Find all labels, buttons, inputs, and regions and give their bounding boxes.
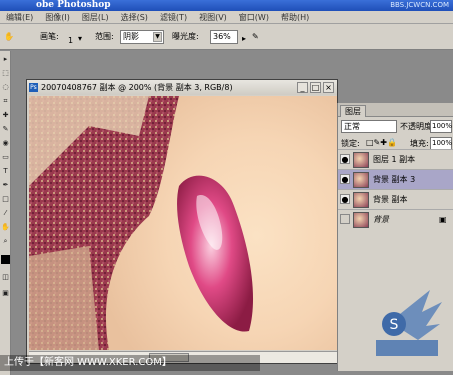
- menu-filter[interactable]: 滤镜(T): [154, 11, 193, 23]
- eye-icon[interactable]: ●: [340, 174, 350, 184]
- photo-lips-closeup: [29, 96, 337, 350]
- eye-hidden-icon[interactable]: ●: [340, 214, 350, 224]
- app-title: obe Photoshop: [36, 0, 111, 10]
- document-titlebar[interactable]: Ps 20070408767 副本 @ 200% (背景 副本 3, RGB/8…: [27, 80, 337, 95]
- shape-tool-icon[interactable]: □: [1, 195, 10, 204]
- upload-banner: 上传于【新客网 WWW.XKER.COM】: [0, 355, 260, 371]
- document-window: Ps 20070408767 副本 @ 200% (背景 副本 3, RGB/8…: [26, 79, 338, 364]
- app-titlebar: obe Photoshop: [0, 0, 453, 11]
- airbrush-icon[interactable]: ✎: [252, 32, 259, 42]
- burn-tool-icon[interactable]: ✋: [4, 32, 14, 42]
- brush-size-value[interactable]: 1: [68, 36, 73, 46]
- menu-bar: 编辑(E) 图像(I) 图层(L) 选择(S) 滤镜(T) 视图(V) 窗口(W…: [0, 11, 453, 24]
- chevron-down-icon[interactable]: ▾: [78, 34, 82, 44]
- fill-label: 填充:: [410, 139, 429, 148]
- opacity-value: 100%: [432, 122, 453, 130]
- zoom-tool-icon[interactable]: ⌕: [1, 237, 10, 246]
- fill-value: 100%: [432, 139, 453, 147]
- upload-banner-text: 上传于【新客网 WWW.XKER.COM】: [4, 357, 172, 368]
- layer-name: 背景 副本: [373, 195, 408, 204]
- exposure-label: 曝光度:: [172, 32, 199, 41]
- minimize-icon[interactable]: _: [297, 82, 308, 93]
- foreground-color-swatch[interactable]: [1, 255, 10, 264]
- exposure-value: 36%: [213, 32, 231, 41]
- menu-window[interactable]: 窗口(W): [233, 11, 275, 23]
- blend-mode-select[interactable]: 正常: [341, 120, 397, 133]
- stamp-tool-icon[interactable]: ◉: [1, 139, 10, 148]
- menu-edit[interactable]: 编辑(E): [0, 11, 39, 23]
- chevron-right-icon[interactable]: ▸: [242, 34, 246, 44]
- crop-tool-icon[interactable]: ⌗: [1, 97, 10, 106]
- document-title: 20070408767 副本 @ 200% (背景 副本 3, RGB/8): [41, 83, 233, 92]
- toolbox: ▸ ⬚ ◌ ⌗ ✚ ✎ ◉ ▭ T ✒ □ ⁄ ✋ ⌕ ◫ ▣: [0, 51, 11, 375]
- layer-name: 背景 副本 3: [373, 175, 416, 184]
- layer-name: 背景: [373, 215, 389, 224]
- brush-label: 画笔:: [40, 32, 59, 41]
- svg-text:S: S: [390, 317, 399, 333]
- photoshop-app: obe Photoshop BBS.JCWCN.COM 编辑(E) 图像(I) …: [0, 0, 453, 375]
- layer-name: 图层 1 副本: [373, 155, 416, 164]
- maximize-icon[interactable]: □: [310, 82, 321, 93]
- blend-mode-value: 正常: [344, 122, 360, 131]
- layer-thumbnail: [353, 152, 369, 168]
- layer-row-selected[interactable]: ● 背景 副本 3: [338, 169, 453, 189]
- range-label: 范围:: [95, 32, 114, 41]
- range-select[interactable]: 阴影 ▼: [120, 30, 164, 44]
- hand-tool-icon[interactable]: ✋: [1, 223, 10, 232]
- layer-thumbnail: [353, 192, 369, 208]
- healing-tool-icon[interactable]: ✚: [1, 111, 10, 120]
- menu-layer[interactable]: 图层(L): [76, 11, 115, 23]
- eye-icon[interactable]: ●: [340, 194, 350, 204]
- lock-options-icon[interactable]: □✎✚🔒: [366, 138, 397, 147]
- move-tool-icon[interactable]: ▸: [1, 55, 10, 64]
- menu-select[interactable]: 选择(S): [115, 11, 154, 23]
- tool-options-bar: ✋ 画笔: 1 ▾ 范围: 阴影 ▼ 曝光度: 36% ▸ ✎: [0, 24, 453, 50]
- screen-mode-icon[interactable]: ▣: [1, 289, 10, 298]
- quick-mask-icon[interactable]: ◫: [1, 273, 10, 282]
- chevron-down-icon: ▼: [153, 32, 162, 42]
- exposure-field[interactable]: 36%: [210, 30, 238, 44]
- menu-help[interactable]: 帮助(H): [275, 11, 315, 23]
- photoshop-doc-icon: Ps: [29, 83, 38, 92]
- menu-view[interactable]: 视图(V): [193, 11, 233, 23]
- layer-thumbnail: [353, 212, 369, 228]
- lasso-tool-icon[interactable]: ◌: [1, 83, 10, 92]
- layer-row[interactable]: ● 背景 ▣: [338, 209, 453, 229]
- eyedropper-tool-icon[interactable]: ⁄: [1, 209, 10, 218]
- lock-label: 锁定:: [341, 139, 360, 148]
- pen-tool-icon[interactable]: ✒: [1, 181, 10, 190]
- watermark-text: BBS.JCWCN.COM: [390, 1, 449, 9]
- opacity-field[interactable]: 100%: [430, 120, 452, 133]
- brush-tool-icon[interactable]: ✎: [1, 125, 10, 134]
- layer-row[interactable]: ● 背景 副本: [338, 189, 453, 209]
- site-logo: S: [376, 290, 442, 356]
- range-select-value: 阴影: [123, 32, 139, 41]
- image-canvas[interactable]: [29, 96, 337, 350]
- tab-layers[interactable]: 图层: [340, 105, 366, 117]
- type-tool-icon[interactable]: T: [1, 167, 10, 176]
- close-icon[interactable]: ×: [323, 82, 334, 93]
- eraser-tool-icon[interactable]: ▭: [1, 153, 10, 162]
- menu-image[interactable]: 图像(I): [39, 11, 76, 23]
- layers-panel-tabs: 图层: [338, 103, 453, 117]
- eye-icon[interactable]: ●: [340, 154, 350, 164]
- layer-thumbnail: [353, 172, 369, 188]
- marquee-tool-icon[interactable]: ⬚: [1, 69, 10, 78]
- lock-icon: ▣: [439, 215, 447, 224]
- layer-row[interactable]: ● 图层 1 副本: [338, 149, 453, 169]
